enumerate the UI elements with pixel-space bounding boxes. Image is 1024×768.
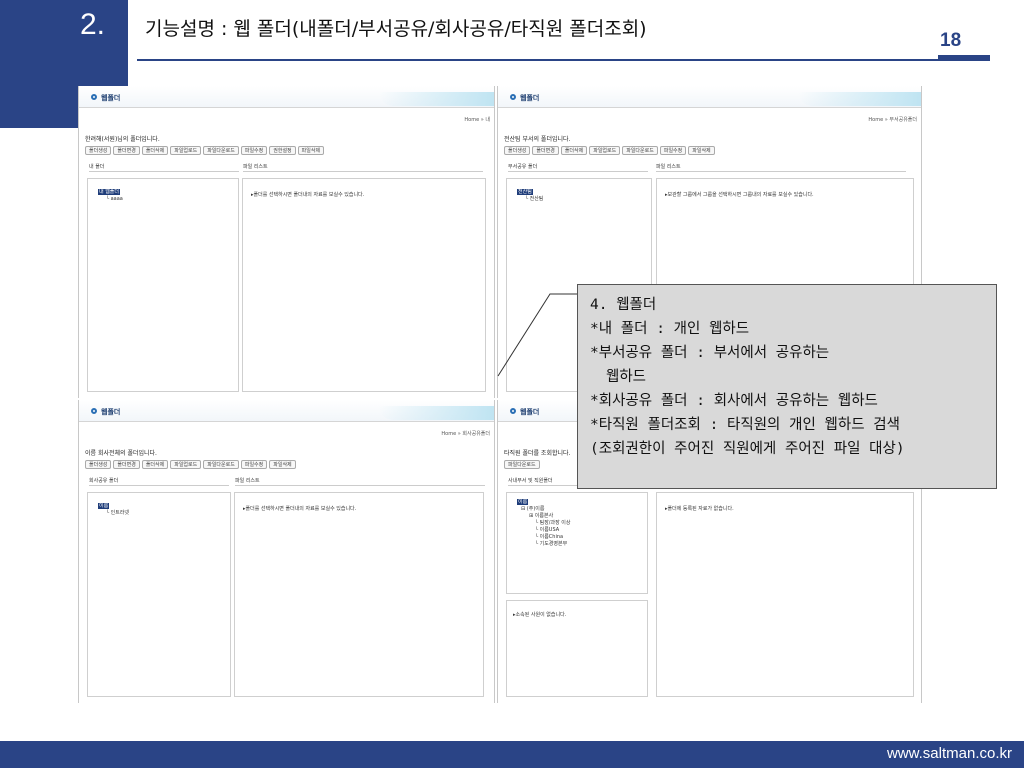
delete-file-button[interactable]: 파일삭제 — [688, 146, 715, 155]
callout-line: (조회권한이 주어진 직원에게 주어진 파일 대상) — [590, 441, 905, 457]
delete-file-button[interactable]: 파일삭제 — [269, 460, 296, 469]
toolbar: 폴더생성 폴더변경 폴더삭제 파일업로드 파일다운로드 파일수정 파일삭제 — [85, 460, 296, 469]
delete-folder-button[interactable]: 폴더삭제 — [560, 146, 588, 155]
toolbar: 폴더생성 폴더변경 폴더삭제 파일업로드 파일다운로드 파일수정 권한설정 파일… — [85, 146, 325, 155]
callout-line: 웹하드 — [606, 369, 647, 385]
folder-owner-text: 타직원 폴더를 조회합니다. — [504, 450, 571, 457]
folder-column-header: 부서공유 폴더 — [508, 162, 648, 172]
tree-node[interactable]: 이름본사 — [535, 513, 553, 519]
folder-tree: 이름 └ 인트라넷 — [98, 503, 130, 516]
breadcrumb[interactable]: Home » 내 — [464, 116, 490, 123]
edit-file-button[interactable]: 파일수정 — [240, 460, 268, 469]
download-file-button[interactable]: 파일다운로드 — [504, 460, 540, 469]
tree-node[interactable]: 기도경영본부 — [540, 541, 568, 547]
slide-number: 2. — [80, 8, 106, 41]
file-list-box: ▸폴더에 등록된 자료가 없습니다. — [656, 492, 914, 697]
empty-message: ▸보관할 그룹에서 그룹을 선택하시면 그룹내의 자료를 보실수 있습니다. — [665, 192, 814, 198]
permission-button[interactable]: 권한설정 — [269, 146, 296, 155]
delete-folder-button[interactable]: 폴더삭제 — [141, 460, 169, 469]
tree-node[interactable]: 인트라넷 — [111, 510, 129, 516]
delete-folder-button[interactable]: 폴더삭제 — [141, 146, 169, 155]
tree-node-root[interactable]: 내 웹폴더 — [98, 189, 120, 195]
folder-owner-text: 한려해(서원)님의 폴더입니다. — [85, 136, 160, 143]
callout-line: *내 폴더 : 개인 웹하드 — [590, 321, 750, 337]
circle-bullet-icon — [510, 408, 516, 414]
folder-owner-text: 이름 회사전체의 폴더입니다. — [85, 450, 157, 457]
upload-file-button[interactable]: 파일업로드 — [170, 460, 202, 469]
panel-header: 웹폴더 — [79, 86, 494, 108]
folder-tree: 전산팀 └ 전산팀 — [517, 189, 544, 202]
tree-node[interactable]: 이름USA — [540, 527, 560, 533]
edit-file-button[interactable]: 파일수정 — [659, 146, 687, 155]
tree-node-root[interactable]: 이름 — [98, 503, 110, 509]
callout-title: 4. 웹폴더 — [590, 297, 657, 313]
tree-node-root[interactable]: 전산팀 — [517, 189, 533, 195]
panel-header-title: 웹폴더 — [101, 94, 121, 102]
circle-bullet-icon — [91, 408, 97, 414]
download-file-button[interactable]: 파일다운로드 — [203, 146, 239, 155]
callout-line: *회사공유 폴더 : 회사에서 공유하는 웹하드 — [590, 393, 878, 409]
panel-my-folder: 웹폴더 Home » 내 한려해(서원)님의 폴더입니다. 폴더생성 폴더변경 … — [78, 86, 495, 398]
upload-file-button[interactable]: 파일업로드 — [589, 146, 621, 155]
header-decoration — [379, 406, 494, 420]
panel-header-title: 웹폴더 — [520, 94, 540, 102]
tree-node-root[interactable]: 이름 — [517, 499, 529, 505]
staff-tree-box: 이름 ⊟ (주)이름 ⊞ 이름본사 └ 팀장/과장 이상 └ 이름USA └ 이… — [506, 492, 648, 594]
breadcrumb[interactable]: Home » 부서공유폴더 — [868, 116, 917, 123]
header-decoration — [379, 92, 494, 106]
download-file-button[interactable]: 파일다운로드 — [203, 460, 239, 469]
toolbar: 파일다운로드 — [504, 460, 540, 469]
file-list-box: ▸폴더를 선택하시면 폴더내의 자료를 보실수 있습니다. — [242, 178, 486, 392]
callout-line: *타직원 폴더조회 : 타직원의 개인 웹하드 검색 — [590, 417, 900, 433]
file-list-box: ▸폴더를 선택하시면 폴더내의 자료를 보실수 있습니다. — [234, 492, 484, 697]
rename-folder-button[interactable]: 폴더변경 — [532, 146, 559, 155]
create-folder-button[interactable]: 폴더생성 — [85, 146, 112, 155]
page-number: 18 — [940, 30, 962, 51]
staff-tree: 이름 ⊟ (주)이름 ⊞ 이름본사 └ 팀장/과장 이상 └ 이름USA └ 이… — [517, 499, 571, 547]
toolbar: 폴더생성 폴더변경 폴더삭제 파일업로드 파일다운로드 파일수정 파일삭제 — [504, 146, 715, 155]
footer-bar: www.saltman.co.kr — [0, 741, 1024, 768]
folder-tree: 내 웹폴더 └ aaaa — [98, 189, 123, 202]
download-file-button[interactable]: 파일다운로드 — [622, 146, 658, 155]
panel-company-share: 웹폴더 Home » 회사공유폴더 이름 회사전체의 폴더입니다. 폴더생성 폴… — [78, 400, 495, 703]
folder-column-header: 내 폴더 — [89, 162, 239, 172]
delete-file-button[interactable]: 파일삭제 — [297, 146, 325, 155]
header-decoration — [798, 92, 921, 106]
folder-tree-box: 이름 └ 인트라넷 — [87, 492, 231, 697]
panel-header-title: 웹폴더 — [101, 408, 121, 416]
empty-message: ▸폴더에 등록된 자료가 없습니다. — [665, 506, 734, 512]
create-folder-button[interactable]: 폴더생성 — [504, 146, 531, 155]
tree-node[interactable]: 팀장/과장 이상 — [540, 520, 571, 526]
folder-tree-box: 내 웹폴더 └ aaaa — [87, 178, 239, 392]
create-folder-button[interactable]: 폴더생성 — [85, 460, 112, 469]
callout-line: *부서공유 폴더 : 부서에서 공유하는 — [590, 345, 830, 361]
panel-header: 웹폴더 — [498, 86, 921, 108]
file-column-header: 파일 리스트 — [243, 162, 483, 172]
title-rule — [137, 59, 990, 61]
empty-message: ▸폴더를 선택하시면 폴더내의 자료를 보실수 있습니다. — [251, 192, 365, 198]
rename-folder-button[interactable]: 폴더변경 — [113, 460, 140, 469]
folder-column-header: 회사공유 폴더 — [89, 476, 229, 486]
no-staff-message: ▸소속된 사원이 없습니다. — [513, 612, 567, 618]
upload-file-button[interactable]: 파일업로드 — [170, 146, 202, 155]
tree-node[interactable]: 전산팀 — [530, 196, 544, 202]
circle-bullet-icon — [91, 94, 97, 100]
file-column-header: 파일 리스트 — [235, 476, 485, 486]
file-column-header: 파일 리스트 — [656, 162, 906, 172]
edit-file-button[interactable]: 파일수정 — [240, 146, 268, 155]
rename-folder-button[interactable]: 폴더변경 — [113, 146, 140, 155]
breadcrumb[interactable]: Home » 회사공유폴더 — [441, 430, 490, 437]
empty-message: ▸폴더를 선택하시면 폴더내의 자료를 보실수 있습니다. — [243, 506, 357, 512]
slide-title: 기능설명 : 웹 폴더(내폴더/부서공유/회사공유/타직원 폴더조회) — [145, 18, 647, 40]
tree-node[interactable]: (주)이름 — [527, 506, 545, 512]
circle-bullet-icon — [510, 94, 516, 100]
panel-header-title: 웹폴더 — [520, 408, 540, 416]
folder-owner-text: 전산팀 부서의 폴더입니다. — [504, 136, 571, 143]
panel-header: 웹폴더 — [79, 400, 494, 422]
tree-node[interactable]: 이름China — [540, 534, 563, 540]
tree-node[interactable]: aaaa — [111, 196, 123, 202]
staff-list-box: ▸소속된 사원이 없습니다. — [506, 600, 648, 697]
footer-url[interactable]: www.saltman.co.kr — [887, 745, 1012, 762]
callout-box: 4. 웹폴더 *내 폴더 : 개인 웹하드 *부서공유 폴더 : 부서에서 공유… — [577, 284, 997, 489]
